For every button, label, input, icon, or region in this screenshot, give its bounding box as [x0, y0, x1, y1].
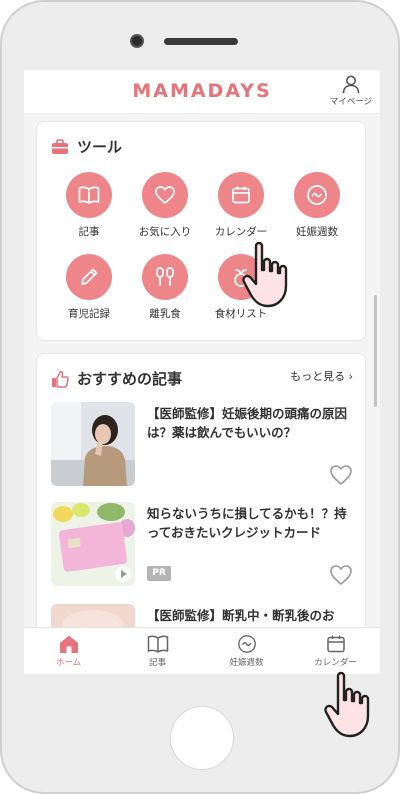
- tool-pregnancy-week[interactable]: 妊娠週数: [279, 172, 355, 239]
- article-image: [51, 604, 135, 627]
- article-thumbnail: [51, 402, 135, 486]
- thumbs-up-icon: [52, 370, 69, 388]
- bottom-tab-bar: ホーム 記事 妊娠週数 カレンダー: [24, 627, 380, 674]
- article-item[interactable]: 知らないうちに損してるかも！？持っておきたいクレジットカード PR: [51, 502, 355, 588]
- article-title: 【医師監修】断乳中・断乳後のお: [147, 608, 335, 623]
- app-screen: MAMADAYS マイページ ツール 記事 お気に入り カレンダー 妊娠週数 育…: [24, 70, 380, 674]
- book-icon: [78, 186, 100, 204]
- tool-childcare-log[interactable]: 育児記録: [51, 254, 127, 321]
- tool-label: 育児記録: [68, 308, 110, 320]
- see-more-link[interactable]: もっと見る ›: [290, 368, 353, 384]
- article-title: 【医師監修】妊娠後期の頭痛の原因は？薬は飲んでもいいの？: [147, 406, 348, 440]
- article-thumbnail: [51, 604, 135, 627]
- pr-badge: PR: [147, 566, 171, 581]
- tool-label: 離乳食: [149, 308, 181, 320]
- article-title: 知らないうちに損してるかも！？持っておきたいクレジットカード: [147, 506, 347, 540]
- tab-calendar[interactable]: カレンダー: [291, 628, 380, 674]
- tab-label: ホーム: [55, 658, 82, 668]
- heart-icon[interactable]: [329, 564, 353, 586]
- tools-title: ツール: [77, 138, 123, 156]
- speaker: [164, 38, 238, 45]
- tool-label: 記事: [78, 226, 100, 238]
- tool-calendar[interactable]: カレンダー: [203, 172, 279, 239]
- pencil-icon: [81, 268, 98, 285]
- baby-icon: [307, 185, 327, 205]
- recommended-articles-section: おすすめの記事 もっと見る › 【医師監修】妊娠後期の頭痛の原因は？薬は飲んでも…: [36, 353, 366, 627]
- tool-article[interactable]: 記事: [51, 172, 127, 239]
- toolbox-icon: [52, 138, 68, 154]
- woman-headache-image: [51, 402, 135, 486]
- tool-baby-food[interactable]: 離乳食: [127, 254, 203, 321]
- tool-label: 妊娠週数: [296, 226, 338, 238]
- scrollbar[interactable]: [374, 295, 377, 407]
- app-header: MAMADAYS マイページ: [24, 70, 380, 114]
- tab-articles[interactable]: 記事: [113, 628, 202, 674]
- pointing-hand-icon: [324, 671, 370, 738]
- heart-icon[interactable]: [329, 464, 353, 486]
- main-content[interactable]: ツール 記事 お気に入り カレンダー 妊娠週数 育児記録 離乳食 食材リスト お…: [24, 115, 380, 627]
- heart-icon: [155, 186, 175, 204]
- baby-icon: [237, 635, 256, 653]
- mypage-button[interactable]: マイページ: [326, 74, 376, 107]
- tool-label: カレンダー: [214, 226, 268, 238]
- user-icon: [342, 75, 360, 94]
- tab-home[interactable]: ホーム: [24, 628, 113, 674]
- pointing-hand-icon: [242, 241, 288, 308]
- utensils-icon: [156, 267, 174, 286]
- articles-heading: おすすめの記事: [51, 368, 182, 389]
- calendar-icon: [326, 635, 345, 653]
- article-thumbnail: [51, 502, 135, 586]
- home-button[interactable]: [170, 706, 234, 770]
- articles-title: おすすめの記事: [77, 370, 183, 388]
- tools-section: ツール 記事 お気に入り カレンダー 妊娠週数 育児記録 離乳食 食材リスト: [36, 121, 366, 341]
- see-more-label: もっと見る: [290, 370, 346, 383]
- tab-label: 妊娠週数: [229, 658, 264, 668]
- phone-frame: MAMADAYS マイページ ツール 記事 お気に入り カレンダー 妊娠週数 育…: [0, 0, 400, 794]
- camera: [130, 34, 144, 48]
- tool-favorites[interactable]: お気に入り: [127, 172, 203, 239]
- tool-label: お気に入り: [138, 226, 192, 238]
- tab-label: 記事: [148, 658, 166, 668]
- credit-card-image: [51, 502, 135, 586]
- tools-heading: ツール: [51, 136, 122, 157]
- tab-label: カレンダー: [314, 658, 357, 668]
- tab-pregnancy-week[interactable]: 妊娠週数: [202, 628, 291, 674]
- calendar-icon: [232, 186, 250, 204]
- book-icon: [147, 635, 168, 653]
- article-item[interactable]: 【医師監修】断乳中・断乳後のお: [51, 604, 355, 627]
- chevron-right-icon: ›: [348, 370, 353, 383]
- mypage-label: マイページ: [329, 97, 373, 107]
- article-item[interactable]: 【医師監修】妊娠後期の頭痛の原因は？薬は飲んでもいいの？: [51, 402, 355, 488]
- home-icon: [59, 635, 78, 653]
